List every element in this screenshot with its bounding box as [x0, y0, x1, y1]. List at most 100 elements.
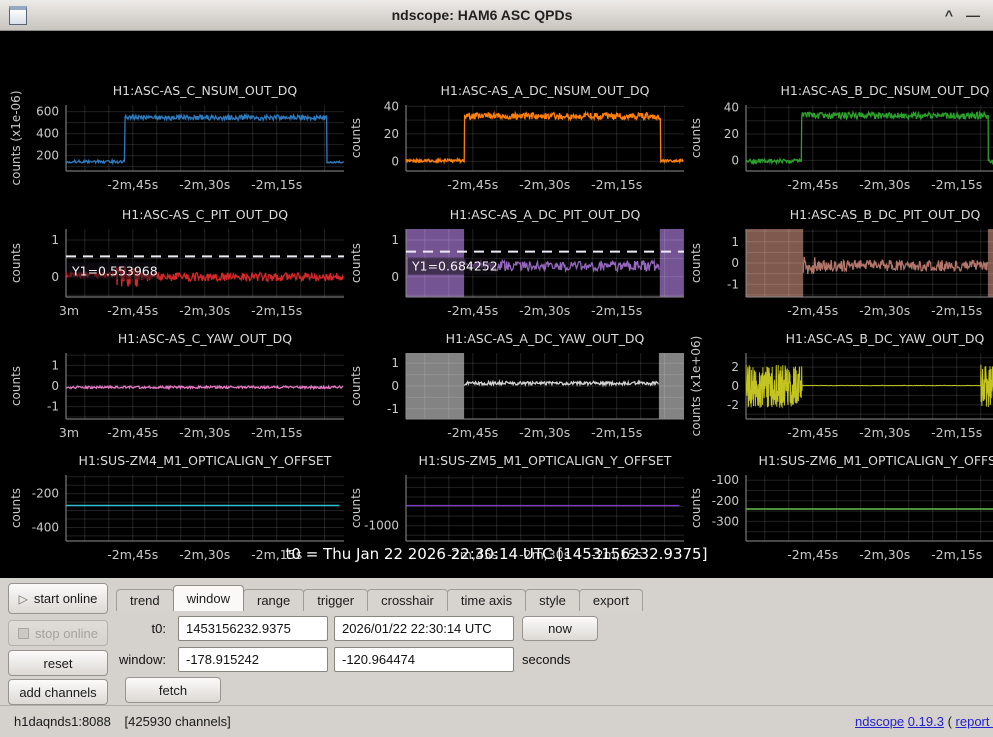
x-tick-label: -2m,15s — [931, 425, 982, 440]
window-icon — [9, 6, 27, 25]
plot-H1:ASC-AS_A_DC_PIT_OUT_DQ[interactable]: Y1=0.684252H1:ASC-AS_A_DC_PIT_OUT_DQ01-2… — [348, 199, 688, 323]
cursor-label: Y1=0.553968 — [71, 263, 158, 278]
y-axis-label: counts — [689, 243, 703, 283]
y-tick-label: 400 — [36, 127, 59, 141]
control-panel: ▷ start online stop online reset add cha… — [0, 578, 993, 705]
y-tick-label: 200 — [36, 149, 59, 163]
version-link[interactable]: 0.19.3 — [908, 714, 944, 729]
tab-time-axis[interactable]: time axis — [447, 589, 526, 611]
y-axis-label: counts (x1e-06) — [9, 90, 23, 185]
y-axis-label: counts — [9, 243, 23, 283]
about-links: ndscope 0.19.3 ( report bug ) — [855, 714, 993, 729]
y-tick-label: 0 — [731, 153, 739, 167]
x-tick-label: -2m,15s — [251, 177, 302, 192]
plot-title: H1:ASC-AS_A_DC_PIT_OUT_DQ — [450, 207, 641, 222]
shade-window-button[interactable]: ^ — [937, 7, 961, 23]
tab-window[interactable]: window — [173, 585, 244, 611]
y-tick-label: -2 — [727, 398, 739, 412]
trace — [746, 112, 993, 163]
x-tick-label: -2m,15s — [251, 425, 302, 440]
plot-H1:ASC-AS_B_DC_YAW_OUT_DQ[interactable]: H1:ASC-AS_B_DC_YAW_OUT_DQ-202-2m,45s-2m,… — [688, 323, 993, 445]
tab-crosshair[interactable]: crosshair — [367, 589, 448, 611]
tab-style[interactable]: style — [525, 589, 580, 611]
stop-online-label: stop online — [35, 626, 98, 641]
plot-title: H1:ASC-AS_B_DC_YAW_OUT_DQ — [786, 331, 985, 346]
x-tick-label: -2m,45s — [447, 425, 498, 440]
plot-grid: H1:ASC-AS_C_NSUM_OUT_DQ200400600-2m,45s-… — [0, 31, 993, 578]
plot-H1:ASC-AS_B_DC_PIT_OUT_DQ[interactable]: H1:ASC-AS_B_DC_PIT_OUT_DQ-101-2m,45s-2m,… — [688, 199, 993, 323]
y-axis-label: counts — [9, 366, 23, 406]
window-start-input[interactable] — [178, 647, 328, 672]
y-tick-label: 1 — [731, 235, 739, 249]
app-window: { "window": { "title": "ndscope: HAM6 AS… — [0, 0, 993, 737]
y-tick-label: -1 — [47, 400, 59, 414]
channel-count: [425930 channels] — [125, 714, 231, 729]
x-tick-label: -2m,15s — [931, 303, 982, 318]
cursor-label: Y1=0.684252 — [411, 259, 498, 274]
y-tick-label: 0 — [731, 379, 739, 393]
x-tick-label: -2m,30s — [859, 303, 910, 318]
plot-title: H1:SUS-ZM4_M1_OPTICALIGN_Y_OFFSET — [79, 453, 332, 468]
add-channels-button[interactable]: add channels — [8, 679, 108, 705]
y-axis-label: counts — [689, 118, 703, 158]
y-tick-label: 40 — [384, 99, 399, 113]
y-tick-label: 40 — [724, 101, 739, 115]
play-icon: ▷ — [19, 592, 28, 606]
plot-H1:ASC-AS_A_DC_YAW_OUT_DQ[interactable]: H1:ASC-AS_A_DC_YAW_OUT_DQ-101-2m,45s-2m,… — [348, 323, 688, 445]
x-tick-label: -2m,30s — [519, 177, 570, 192]
tab-trend[interactable]: trend — [116, 589, 174, 611]
plot-H1:ASC-AS_C_NSUM_OUT_DQ[interactable]: H1:ASC-AS_C_NSUM_OUT_DQ200400600-2m,45s-… — [8, 75, 348, 197]
plot-title: H1:ASC-AS_C_YAW_OUT_DQ — [118, 331, 292, 346]
y-tick-label: 20 — [724, 127, 739, 141]
plot-H1:ASC-AS_B_DC_NSUM_OUT_DQ[interactable]: H1:ASC-AS_B_DC_NSUM_OUT_DQ02040-2m,45s-2… — [688, 75, 993, 197]
titlebar[interactable]: ndscope: HAM6 ASC QPDs ^ — — [0, 0, 993, 31]
x-tick-label: -2m,45s — [787, 303, 838, 318]
plot-title: H1:ASC-AS_C_PIT_OUT_DQ — [122, 207, 288, 222]
window-title: ndscope: HAM6 ASC QPDs — [27, 7, 937, 23]
plot-title: H1:SUS-ZM6_M1_OPTICALIGN_Y_OFFSET — [759, 453, 993, 468]
stop-icon — [18, 628, 29, 639]
x-tick-label: -2m,45s — [107, 303, 158, 318]
window-label: window: — [102, 652, 166, 667]
x-tick-label: -2m,15s — [591, 177, 642, 192]
server-address: h1daqnds1:8088 — [14, 714, 111, 729]
start-online-button[interactable]: ▷ start online — [8, 583, 108, 614]
y-tick-label: 1 — [51, 358, 59, 372]
plot-title: H1:SUS-ZM5_M1_OPTICALIGN_Y_OFFSET — [419, 453, 672, 468]
x-tick-label-partial: 3m — [59, 303, 79, 318]
fetch-button[interactable]: fetch — [125, 677, 221, 703]
report-bug-link[interactable]: report bug — [956, 714, 993, 729]
now-button[interactable]: now — [522, 616, 598, 641]
y-axis-label: counts — [349, 243, 363, 283]
ndscope-link[interactable]: ndscope — [855, 714, 904, 729]
y-axis-label: counts — [349, 488, 363, 528]
t0-utc-input[interactable] — [334, 616, 514, 641]
tab-export[interactable]: export — [579, 589, 643, 611]
tab-range[interactable]: range — [243, 589, 304, 611]
t0-gps-input[interactable] — [178, 616, 328, 641]
y-tick-label: 0 — [731, 256, 739, 270]
y-tick-label: 0 — [391, 270, 399, 284]
y-axis-label: counts — [689, 488, 703, 528]
plot-title: H1:ASC-AS_A_DC_NSUM_OUT_DQ — [441, 83, 650, 98]
window-end-input[interactable] — [334, 647, 514, 672]
x-tick-label: -2m,45s — [787, 177, 838, 192]
y-tick-label: -200 — [712, 494, 739, 508]
y-tick-label: -1 — [387, 402, 399, 416]
tab-trigger[interactable]: trigger — [303, 589, 368, 611]
y-tick-label: -200 — [32, 487, 59, 501]
plot-H1:ASC-AS_C_YAW_OUT_DQ[interactable]: H1:ASC-AS_C_YAW_OUT_DQ-101-2m,45s-2m,30s… — [8, 323, 348, 445]
y-tick-label: 0 — [51, 379, 59, 393]
y-tick-label: 0 — [51, 270, 59, 284]
plot-H1:ASC-AS_C_PIT_OUT_DQ[interactable]: Y1=0.553968H1:ASC-AS_C_PIT_OUT_DQ01-2m,4… — [8, 199, 348, 323]
x-tick-label: -2m,15s — [591, 425, 642, 440]
reset-button[interactable]: reset — [8, 650, 108, 676]
x-tick-label: -2m,15s — [591, 303, 642, 318]
y-tick-label: -1000 — [364, 519, 399, 533]
x-tick-label-partial: 3m — [59, 425, 79, 440]
minimize-button[interactable]: — — [961, 7, 985, 23]
plot-H1:ASC-AS_A_DC_NSUM_OUT_DQ[interactable]: H1:ASC-AS_A_DC_NSUM_OUT_DQ02040-2m,45s-2… — [348, 75, 688, 197]
plot-title: H1:ASC-AS_B_DC_NSUM_OUT_DQ — [781, 83, 990, 98]
stop-online-button: stop online — [8, 620, 108, 646]
server-status: h1daqnds1:8088 [425930 channels] — [14, 714, 231, 729]
